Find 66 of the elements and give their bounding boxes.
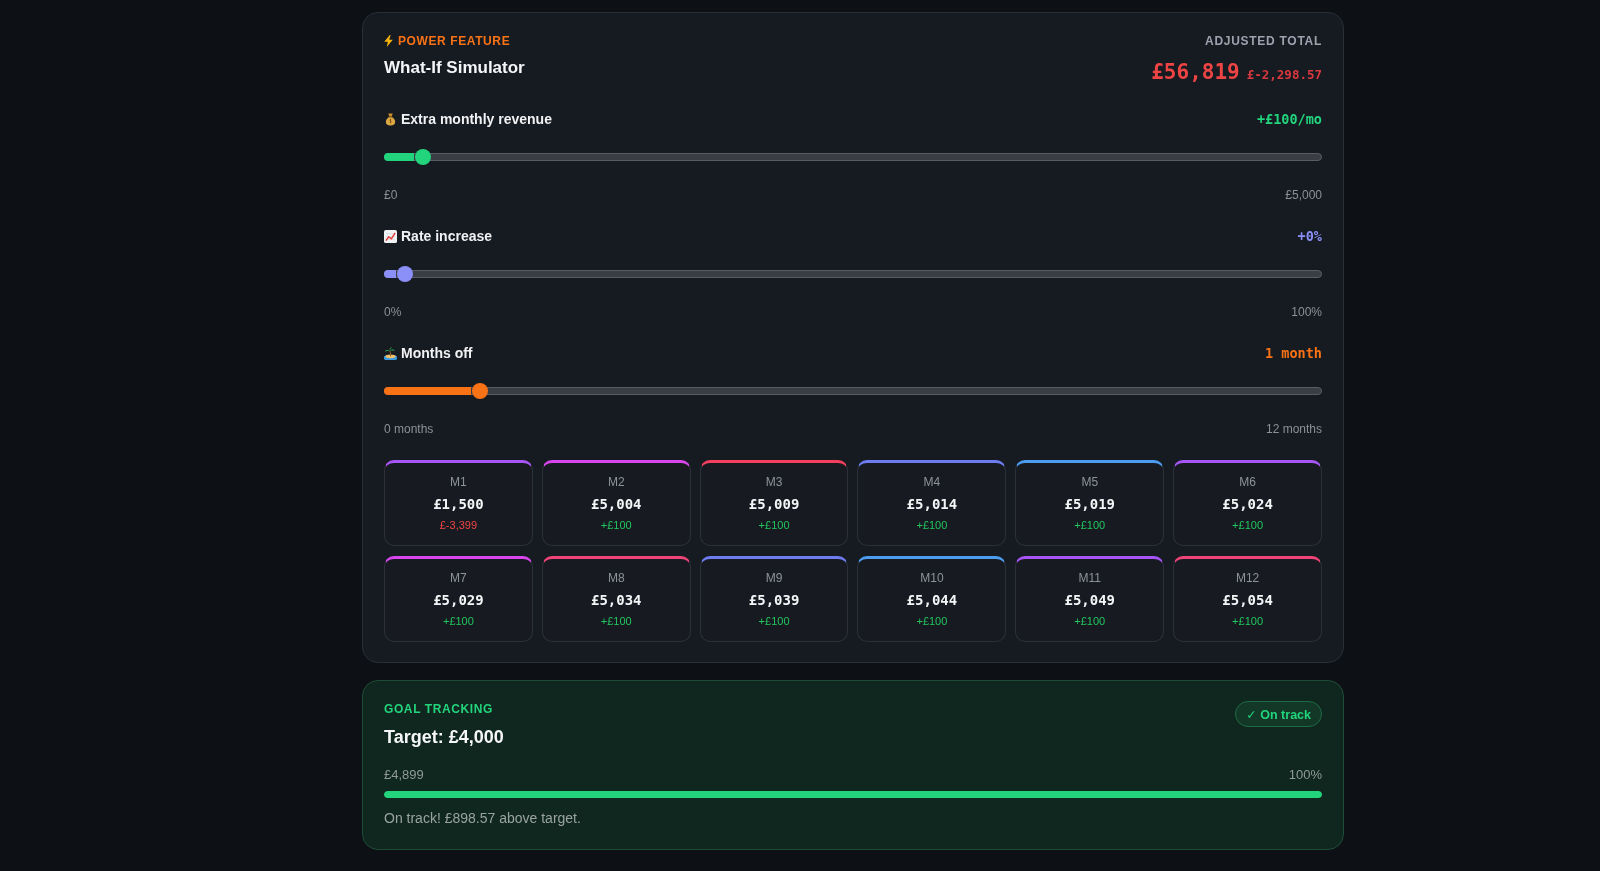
total-value: £56,819 bbox=[1151, 59, 1240, 86]
month-label: M12 bbox=[1235, 570, 1260, 586]
month-change: £-3,399 bbox=[439, 518, 478, 532]
month-change: +£100 bbox=[1074, 614, 1106, 628]
range-min-label: £0 bbox=[384, 187, 398, 203]
month-value: £5,034 bbox=[590, 591, 642, 610]
current-amount: £4,899 bbox=[384, 767, 424, 783]
slider-reading: +£100/mo bbox=[1256, 111, 1322, 127]
month-label: M5 bbox=[1081, 474, 1099, 490]
month-value: £1,500 bbox=[433, 495, 484, 514]
month-value: £5,039 bbox=[748, 591, 800, 610]
chart-icon bbox=[384, 229, 397, 243]
month-value: £5,004 bbox=[590, 495, 642, 514]
month-value: £5,044 bbox=[906, 591, 958, 610]
lightning-icon bbox=[384, 35, 393, 47]
month-label: M3 bbox=[765, 474, 783, 490]
month-label: M2 bbox=[607, 474, 625, 490]
month-change: +£100 bbox=[1232, 518, 1263, 532]
month-label: M7 bbox=[450, 570, 467, 586]
month-label: M9 bbox=[765, 570, 783, 586]
range-max-label: 12 months bbox=[1265, 421, 1322, 437]
month-change: +£100 bbox=[600, 518, 632, 532]
month-label: M11 bbox=[1078, 570, 1101, 586]
panel-title: What-If Simulator bbox=[384, 57, 525, 79]
slider-handle[interactable] bbox=[471, 383, 488, 399]
slider-label: Rate increase bbox=[401, 228, 493, 244]
month-value: £5,009 bbox=[748, 495, 800, 514]
month-change: +£100 bbox=[442, 614, 474, 628]
month-value: £5,014 bbox=[906, 495, 958, 514]
goal-title: Target: £4,000 bbox=[384, 726, 504, 749]
slider-label: Extra monthly revenue bbox=[401, 111, 552, 127]
slider-reading: 1 month bbox=[1265, 345, 1322, 361]
month-value: £5,024 bbox=[1222, 495, 1273, 514]
month-value: £5,049 bbox=[1064, 591, 1116, 610]
progress-percent: 100% bbox=[1288, 767, 1322, 783]
month-change: +£100 bbox=[1074, 518, 1106, 532]
slider-reading: +0% bbox=[1297, 228, 1322, 244]
money-bag-icon bbox=[384, 112, 397, 126]
section-eyebrow: POWER FEATURE bbox=[398, 33, 511, 49]
month-label: M4 bbox=[923, 474, 941, 490]
month-change: +£100 bbox=[916, 614, 948, 628]
month-change: +£100 bbox=[916, 518, 948, 532]
month-label: M1 bbox=[450, 474, 467, 490]
slider-handle[interactable] bbox=[414, 149, 431, 165]
month-change: +£100 bbox=[758, 518, 790, 532]
total-change: £-2,298.57 bbox=[1246, 67, 1322, 82]
island-icon bbox=[384, 346, 397, 360]
slider-handle[interactable] bbox=[397, 266, 413, 282]
month-change: +£100 bbox=[758, 614, 790, 628]
month-label: M10 bbox=[920, 570, 944, 586]
slider-label: Months off bbox=[401, 345, 473, 361]
status-badge: ✓ On track bbox=[1235, 701, 1322, 727]
month-change: +£100 bbox=[600, 614, 632, 628]
month-label: M8 bbox=[607, 570, 625, 586]
goal-message: On track! £898.57 above target. bbox=[384, 809, 582, 827]
month-label: M6 bbox=[1239, 474, 1256, 490]
month-change: +£100 bbox=[1232, 614, 1263, 628]
month-value: £5,054 bbox=[1222, 591, 1273, 610]
range-min-label: 0% bbox=[384, 304, 402, 320]
range-min-label: 0 months bbox=[384, 421, 434, 437]
section-eyebrow: GOAL TRACKING bbox=[384, 701, 494, 717]
range-max-label: 100% bbox=[1291, 304, 1322, 320]
total-label: ADJUSTED TOTAL bbox=[1205, 33, 1322, 49]
month-value: £5,029 bbox=[433, 591, 484, 610]
month-value: £5,019 bbox=[1064, 495, 1116, 514]
range-max-label: £5,000 bbox=[1285, 187, 1322, 203]
